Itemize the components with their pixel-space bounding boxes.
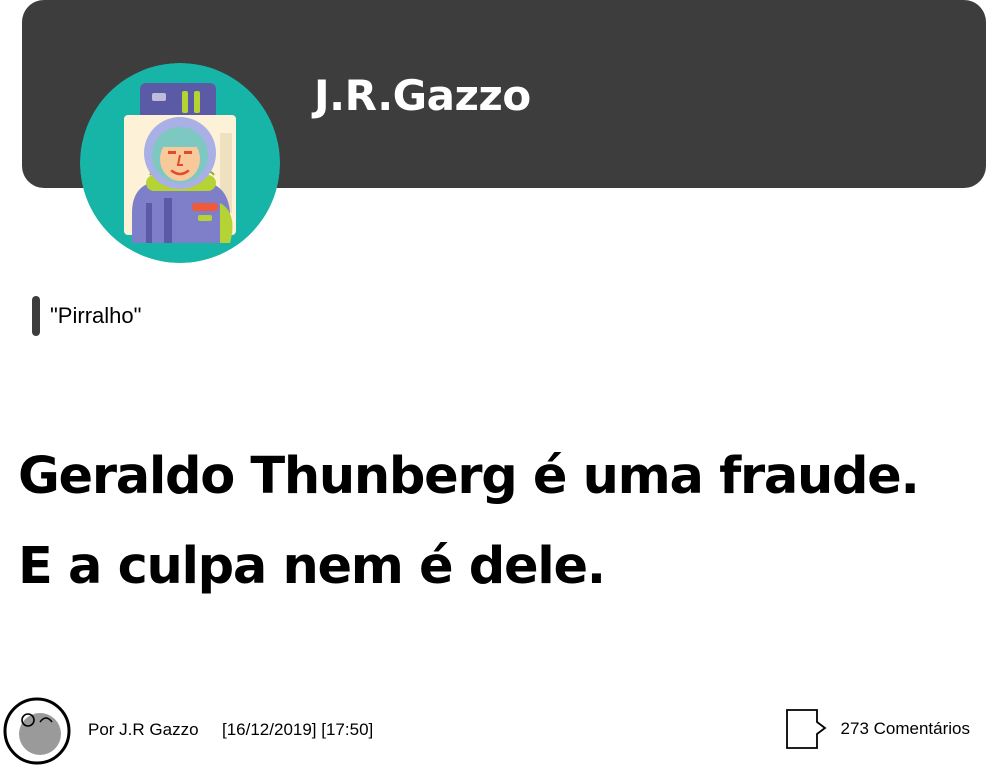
comments-link[interactable]: 273 Comentários bbox=[785, 708, 970, 750]
comment-count: 273 Comentários bbox=[840, 719, 970, 738]
post-datetime: [16/12/2019] [17:50] bbox=[222, 720, 374, 739]
post-tag[interactable]: "Pirralho" bbox=[32, 296, 141, 336]
blog-title[interactable]: J.R.Gazzo bbox=[314, 68, 531, 124]
headline-line-2: E a culpa nem é dele. bbox=[18, 537, 606, 596]
speech-bubble-icon bbox=[785, 709, 827, 749]
headline-line-1: Geraldo Thunberg é uma fraude. bbox=[18, 447, 920, 506]
author-avatar-icon[interactable] bbox=[2, 696, 72, 766]
post-author[interactable]: Por J.R Gazzo bbox=[88, 720, 199, 740]
tag-label: "Pirralho" bbox=[50, 303, 142, 328]
tag-marker bbox=[32, 296, 40, 336]
post-headline[interactable]: Geraldo Thunberg é uma fraude. E a culpa… bbox=[18, 432, 984, 612]
astronaut-avatar-icon[interactable] bbox=[80, 63, 280, 263]
post-footer: Por J.R Gazzo [16/12/2019] [17:50] 273 C… bbox=[0, 696, 988, 766]
